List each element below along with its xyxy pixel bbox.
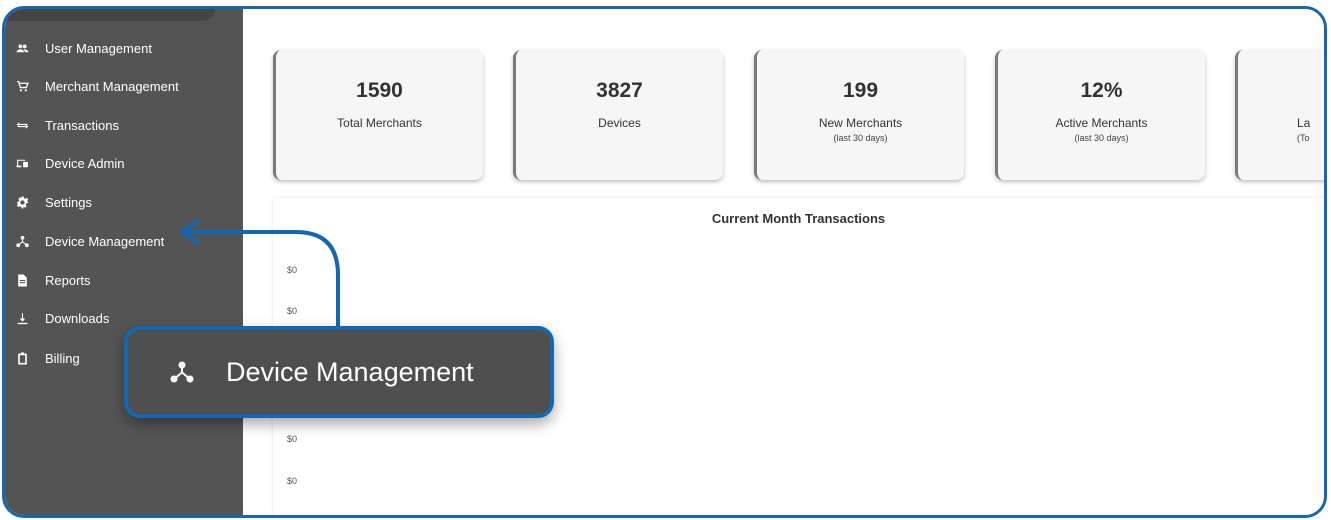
dashboard-main: 1590 Total Merchants 3827 Devices 199 Ne… xyxy=(243,9,1324,515)
stat-card-partial[interactable]: La (To xyxy=(1235,50,1324,180)
y-tick-label: $0 xyxy=(287,517,297,518)
device-management-callout: Device Management xyxy=(124,326,554,418)
stat-sublabel: (last 30 days) xyxy=(1074,133,1129,143)
y-tick-label: $0 xyxy=(287,434,298,444)
clipboard-icon xyxy=(15,351,29,365)
stat-sublabel: (last 30 days) xyxy=(833,133,888,143)
download-icon xyxy=(15,311,29,325)
stat-value: 12% xyxy=(1080,79,1123,102)
sidebar-item-label: Reports xyxy=(45,272,91,288)
stat-label: Active Merchants xyxy=(1055,116,1148,130)
sidebar-item-label: Transactions xyxy=(45,117,119,133)
sidebar-item-label: Device Admin xyxy=(45,155,125,171)
stat-value xyxy=(1238,79,1324,103)
callout-label: Device Management xyxy=(226,356,474,387)
sidebar-item-device-admin[interactable]: Device Admin xyxy=(5,148,243,178)
stat-label: Total Merchants xyxy=(337,116,422,130)
gear-icon xyxy=(15,195,29,209)
sidebar-item-label: Device Management xyxy=(45,233,165,249)
hub-icon xyxy=(170,360,194,384)
hub-icon xyxy=(15,234,29,248)
y-tick-label: $0 xyxy=(287,265,298,275)
stat-label: Devices xyxy=(598,116,641,130)
sidebar-item-label: Downloads xyxy=(45,310,110,326)
people-icon xyxy=(15,41,29,55)
y-tick-label: $0 xyxy=(287,476,298,486)
stat-card-active-merchants[interactable]: 12% Active Merchants (last 30 days) xyxy=(995,50,1205,180)
sidebar-item-label: User Management xyxy=(45,40,152,56)
sidebar-item-merchant-management[interactable]: Merchant Management xyxy=(5,71,243,101)
stat-value: 3827 xyxy=(596,79,643,102)
cart-icon xyxy=(15,79,29,93)
chart-title: Current Month Transactions xyxy=(711,211,886,226)
stat-card-devices[interactable]: 3827 Devices xyxy=(513,50,723,180)
stat-label: New Merchants xyxy=(818,116,903,130)
sidebar-item-settings[interactable]: Settings xyxy=(5,187,243,217)
stat-card-new-merchants[interactable]: 199 New Merchants (last 30 days) xyxy=(754,50,964,180)
sidebar-item-transactions[interactable]: Transactions xyxy=(5,110,243,140)
sidebar: User Management Merchant Management Tran… xyxy=(5,9,243,515)
stat-card-total-merchants[interactable]: 1590 Total Merchants xyxy=(273,50,483,180)
stat-sublabel: (To xyxy=(1297,133,1310,143)
app-frame: User Management Merchant Management Tran… xyxy=(2,6,1327,518)
devices-icon xyxy=(15,156,29,170)
document-icon xyxy=(15,273,29,287)
sidebar-item-user-management[interactable]: User Management xyxy=(5,33,243,63)
stat-value: 199 xyxy=(842,79,879,102)
sidebar-top-shade xyxy=(5,9,215,21)
stat-value: 1590 xyxy=(356,79,403,102)
sidebar-item-label: Billing xyxy=(45,350,80,366)
sidebar-item-label: Settings xyxy=(45,194,92,210)
stat-label: La xyxy=(1297,116,1311,130)
swap-arrows-icon xyxy=(15,118,29,132)
sidebar-item-label: Merchant Management xyxy=(45,78,179,94)
y-tick-label: $0 xyxy=(287,306,298,316)
sidebar-item-device-management[interactable]: Device Management xyxy=(5,226,243,256)
sidebar-item-reports[interactable]: Reports xyxy=(5,265,243,295)
